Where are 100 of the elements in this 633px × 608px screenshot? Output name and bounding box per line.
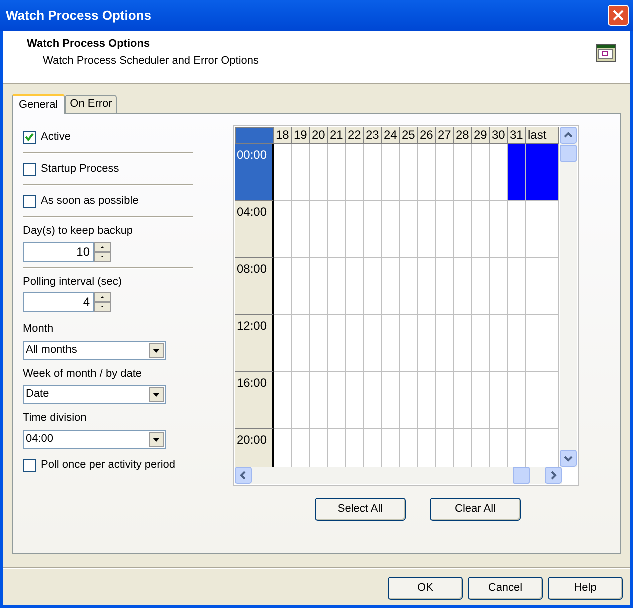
grid-cell[interactable]	[310, 372, 328, 429]
spin-buttons[interactable]	[94, 292, 111, 312]
grid-cell[interactable]	[418, 144, 436, 201]
grid-cell[interactable]	[364, 144, 382, 201]
grid-cell[interactable]	[418, 258, 436, 315]
grid-cell[interactable]	[526, 258, 559, 315]
grid-cell[interactable]	[382, 372, 400, 429]
grid-cell[interactable]	[418, 201, 436, 258]
grid-cell[interactable]	[328, 258, 346, 315]
grid-cell[interactable]	[328, 315, 346, 372]
grid-cell[interactable]	[346, 258, 364, 315]
grid-cell[interactable]	[454, 315, 472, 372]
grid-cell[interactable]	[472, 144, 490, 201]
grid-cell[interactable]	[328, 201, 346, 258]
spin-buttons[interactable]	[94, 242, 111, 262]
grid-cell[interactable]	[292, 315, 310, 372]
row-header[interactable]: 00:00	[235, 144, 274, 201]
grid-cell[interactable]	[418, 372, 436, 429]
grid-cell[interactable]	[508, 315, 526, 372]
grid-cell[interactable]	[490, 201, 508, 258]
grid-cell[interactable]	[328, 372, 346, 429]
grid-cell[interactable]	[526, 372, 559, 429]
grid-cell[interactable]	[346, 144, 364, 201]
grid-cell[interactable]	[364, 258, 382, 315]
grid-cell[interactable]	[400, 258, 418, 315]
grid-cell[interactable]	[364, 201, 382, 258]
row-header[interactable]: 16:00	[235, 372, 274, 429]
grid-cell[interactable]	[526, 315, 559, 372]
grid-cell[interactable]	[274, 315, 292, 372]
grid-cell[interactable]	[436, 201, 454, 258]
tab[interactable]: On Error	[65, 95, 118, 113]
grid-cell[interactable]	[274, 201, 292, 258]
grid-cell[interactable]	[382, 144, 400, 201]
grid-cell[interactable]	[400, 372, 418, 429]
tab[interactable]: General	[12, 94, 66, 114]
dropdown[interactable]: 04:00	[23, 430, 166, 448]
horizontal-scrollbar[interactable]	[235, 467, 562, 484]
grid-cell[interactable]	[400, 201, 418, 258]
grid-cell[interactable]	[274, 258, 292, 315]
grid-button[interactable]: Clear All	[430, 498, 521, 521]
grid-cell[interactable]	[346, 315, 364, 372]
grid-cell[interactable]	[382, 201, 400, 258]
grid-cell[interactable]	[310, 315, 328, 372]
grid-cell[interactable]	[382, 315, 400, 372]
grid-cell[interactable]	[490, 372, 508, 429]
grid-cell[interactable]	[310, 144, 328, 201]
row-header[interactable]: 08:00	[235, 258, 274, 315]
vertical-scrollbar[interactable]	[560, 127, 577, 467]
grid-cell[interactable]	[454, 144, 472, 201]
grid-cell[interactable]	[490, 315, 508, 372]
grid-cell[interactable]	[508, 258, 526, 315]
grid-cell[interactable]	[490, 144, 508, 201]
number-field[interactable]: 10	[23, 242, 94, 262]
grid-cell[interactable]	[310, 201, 328, 258]
grid-cell[interactable]	[364, 372, 382, 429]
grid-cell[interactable]	[508, 201, 526, 258]
dialog-button[interactable]: OK	[388, 577, 463, 600]
grid-cell[interactable]	[472, 258, 490, 315]
row-header[interactable]: 04:00	[235, 201, 274, 258]
grid-cell[interactable]	[436, 315, 454, 372]
checkbox[interactable]	[23, 162, 36, 176]
row-header[interactable]: 20:00	[235, 429, 274, 467]
grid-button[interactable]: Select All	[315, 498, 406, 521]
grid-cell[interactable]	[292, 372, 310, 429]
grid-cell[interactable]	[526, 144, 559, 201]
grid-cell[interactable]	[382, 258, 400, 315]
grid-cell[interactable]	[364, 315, 382, 372]
grid-cell[interactable]	[526, 201, 559, 258]
close-button[interactable]	[608, 5, 629, 26]
grid-cell[interactable]	[472, 315, 490, 372]
grid-cell[interactable]	[472, 372, 490, 429]
grid-cell[interactable]	[508, 144, 526, 201]
grid-cell[interactable]	[400, 315, 418, 372]
grid-cell[interactable]	[418, 315, 436, 372]
grid-cell[interactable]	[328, 144, 346, 201]
grid-cell[interactable]	[346, 372, 364, 429]
scroll-thumb[interactable]	[513, 467, 530, 484]
grid-cell[interactable]	[436, 258, 454, 315]
grid-cell[interactable]	[436, 372, 454, 429]
grid-cell[interactable]	[454, 258, 472, 315]
dialog-button[interactable]: Help	[548, 577, 623, 600]
grid-cell[interactable]	[292, 258, 310, 315]
grid-cell[interactable]	[310, 258, 328, 315]
checkbox[interactable]	[23, 459, 36, 472]
grid-cell[interactable]	[454, 201, 472, 258]
row-header[interactable]: 12:00	[235, 315, 274, 372]
grid-cell[interactable]	[274, 144, 292, 201]
grid-cell[interactable]	[400, 144, 418, 201]
grid-cell[interactable]	[292, 144, 310, 201]
checkbox[interactable]	[23, 194, 36, 208]
dropdown[interactable]: Date	[23, 385, 166, 404]
dropdown[interactable]: All months	[23, 340, 166, 360]
dialog-button[interactable]: Cancel	[468, 577, 543, 600]
grid-cell[interactable]	[490, 258, 508, 315]
grid-cell[interactable]	[454, 372, 472, 429]
grid-cell[interactable]	[346, 201, 364, 258]
number-field[interactable]: 4	[23, 292, 94, 312]
scroll-thumb[interactable]	[560, 145, 577, 162]
grid-cell[interactable]	[436, 144, 454, 201]
checkbox[interactable]	[23, 130, 36, 144]
